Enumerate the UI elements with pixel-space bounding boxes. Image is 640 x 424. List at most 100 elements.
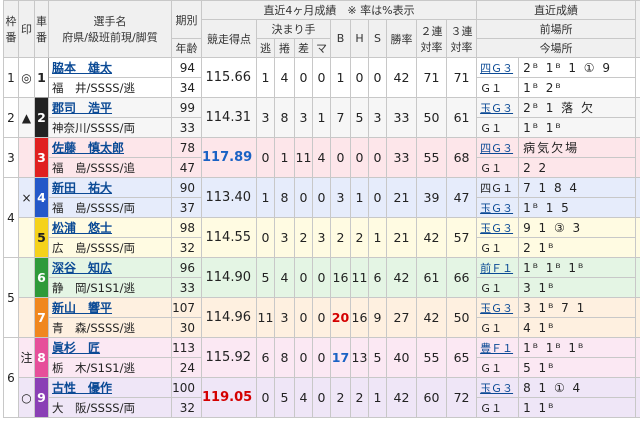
race-score: 114.31	[201, 97, 257, 138]
rate-ren2: 42	[416, 217, 447, 258]
back-count: 2	[330, 377, 351, 418]
race-score: 114.90	[201, 257, 257, 298]
back-count: 16	[330, 257, 351, 298]
curr-results: 1 1ᴮ	[518, 397, 637, 418]
curr-grade: Ｇ１	[476, 277, 520, 298]
player-age: 32	[171, 397, 202, 418]
kimari-markCnt: 0	[312, 177, 331, 218]
race-table: 枠番 印 車番 選手名 府県/級班前現/脚質 期別 直近4ヶ月成績 ※ 率は%表示…	[3, 0, 640, 418]
player-age: 32	[171, 237, 202, 258]
home-count: 2	[350, 377, 369, 418]
prev-grade[interactable]: 前Ｆ１	[476, 257, 520, 278]
prev-grade[interactable]: 豊Ｆ１	[476, 337, 520, 358]
back-count: 3	[330, 177, 351, 218]
prev-grade[interactable]: 四Ｇ３	[476, 137, 520, 158]
player-name-link[interactable]: 古性 優作	[48, 377, 172, 398]
player-name-link[interactable]: 松浦 悠士	[48, 217, 172, 238]
header-player: 選手名 府県/級班前現/脚質	[48, 0, 172, 58]
car-number: 9	[34, 377, 49, 418]
prev-grade[interactable]: 玉Ｇ３	[476, 97, 520, 118]
prev-grade[interactable]: 玉Ｇ３	[476, 217, 520, 238]
back-count: 17	[330, 337, 351, 378]
header-ren2: ２連 対率	[416, 19, 447, 58]
curr-results: 4 1ᴮ	[518, 317, 637, 338]
home-count: 0	[350, 137, 369, 178]
home-count: 11	[350, 257, 369, 298]
header-curr: 今場所	[476, 38, 637, 58]
curr-results: 1ᴮ 2ᴮ	[518, 77, 637, 98]
race-score: 115.92	[201, 337, 257, 378]
kimari-markCnt: 0	[312, 297, 331, 338]
prev-results: 1ᴮ 1ᴮ 1ᴮ	[518, 257, 637, 278]
frame-number: 3	[3, 137, 19, 178]
car-number: 5	[34, 217, 49, 258]
rate-ren2: 61	[416, 257, 447, 298]
kimari-sashi: 11	[294, 137, 313, 178]
home-count: 0	[350, 57, 369, 98]
header-sashi: 差	[294, 38, 313, 58]
table-row: 4 × 4 新田 祐大 90 113.40 1 8 0 0 3 1 0 21 39 47 四Ｇ１ 7 1 8 4	[3, 177, 640, 258]
race-score: 113.40	[201, 177, 257, 218]
car-number: 7	[34, 297, 49, 338]
player-name-link[interactable]: 脇本 雄太	[48, 57, 172, 78]
kimari-makuri: 5	[274, 377, 295, 418]
rate-win: 42	[386, 377, 417, 418]
rate-ren3: 47	[445, 177, 478, 218]
prev-grade[interactable]: 四Ｇ３	[476, 57, 520, 78]
kimari-nige: 11	[256, 297, 275, 338]
back-count: 0	[330, 137, 351, 178]
car-number: 4	[34, 177, 49, 218]
player-name-link[interactable]: 眞杉 匠	[48, 337, 172, 358]
header-recent: 直近成績	[476, 0, 637, 20]
player-name-link[interactable]: 新山 響平	[48, 297, 172, 318]
prev-grade[interactable]: 玉Ｇ３	[476, 297, 520, 318]
player-name-link[interactable]: 新田 祐大	[48, 177, 172, 198]
player-age: 33	[171, 117, 202, 138]
player-name-link[interactable]: 深谷 知広	[48, 257, 172, 278]
player-age: 33	[171, 277, 202, 298]
condition-cell	[635, 297, 640, 338]
prev-results: 8 1 ① 4	[518, 377, 637, 398]
header-h: H	[350, 19, 369, 58]
player-period: 98	[171, 217, 202, 238]
condition-cell	[635, 337, 640, 378]
kimari-markCnt: 0	[312, 257, 331, 298]
header-mark: 印	[18, 0, 35, 58]
back-count: 2	[330, 217, 351, 258]
player-name-link[interactable]: 郡司 浩平	[48, 97, 172, 118]
rate-ren2: 60	[416, 377, 447, 418]
race-score: 117.89	[201, 137, 257, 178]
start-count: 9	[368, 297, 387, 338]
table-row: 6 注 8 眞杉 匠 113 115.92 6 8 0 0 17 13 5 40 55 65 豊Ｆ１ 1ᴮ 1ᴮ …	[3, 337, 640, 418]
prev-results: 2ᴮ 1 落 欠	[518, 97, 637, 118]
player-name-link[interactable]: 佐藤 慎太郎	[48, 137, 172, 158]
rate-ren2: 39	[416, 177, 447, 218]
header-ren3: ３連 対率	[445, 19, 478, 58]
kimari-markCnt: 0	[312, 337, 331, 378]
player-age: 30	[171, 317, 202, 338]
car-number: 2	[34, 97, 49, 138]
table-row: 5 松浦 悠士 98 114.55 0 3 2 3 2 2 1 21 42 57 玉Ｇ３ 9 1 ③ 3	[3, 217, 640, 258]
kimari-nige: 0	[256, 377, 275, 418]
kimari-sashi: 0	[294, 257, 313, 298]
curr-results: 1ᴮ 1 5	[518, 197, 637, 218]
start-count: 5	[368, 337, 387, 378]
header-win: 勝率	[386, 19, 417, 58]
rate-ren3: 68	[445, 137, 478, 178]
rate-ren3: 65	[445, 337, 478, 378]
race-score: 114.55	[201, 217, 257, 258]
frame-number: 2	[3, 97, 19, 138]
header-b: B	[330, 19, 351, 58]
header-kimari: 決まり手	[256, 19, 331, 39]
car-number: 3	[34, 137, 49, 178]
header-condition: 調子	[635, 0, 640, 58]
header-period: 期別	[171, 0, 202, 39]
back-count: 20	[330, 297, 351, 338]
kimari-makuri: 3	[274, 217, 295, 258]
prev-grade[interactable]: 玉Ｇ３	[476, 377, 520, 398]
curr-results: 3 1ᴮ	[518, 277, 637, 298]
curr-grade[interactable]: 玉Ｇ３	[476, 197, 520, 218]
condition-cell	[635, 57, 640, 98]
kimari-nige: 5	[256, 257, 275, 298]
prev-grade: 四Ｇ１	[476, 177, 520, 198]
